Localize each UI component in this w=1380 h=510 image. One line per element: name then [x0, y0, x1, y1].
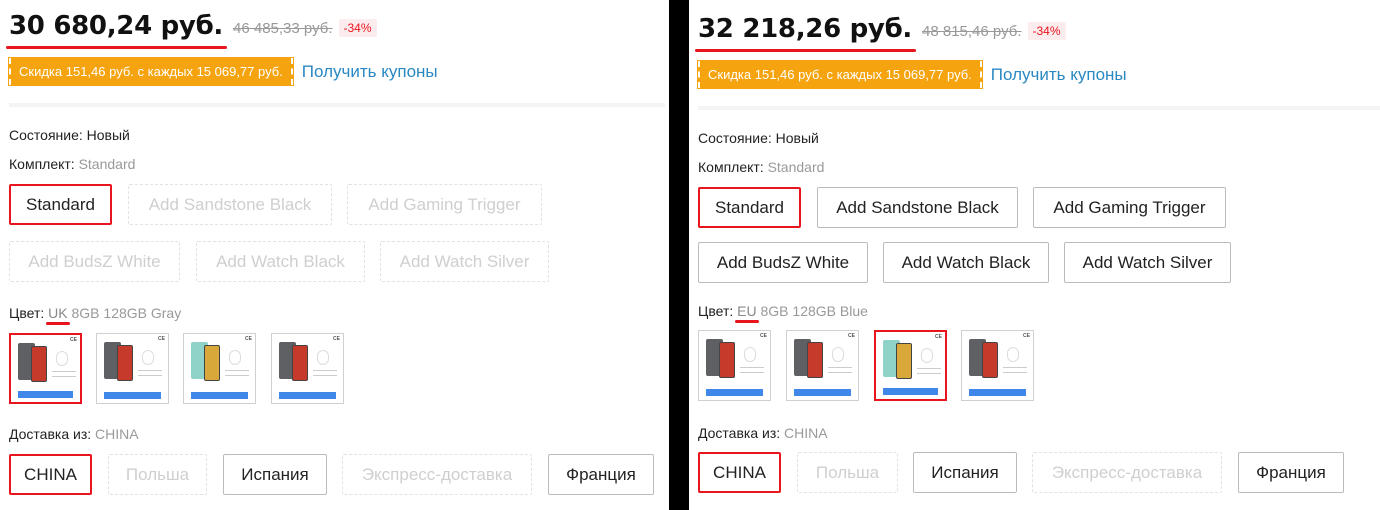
color-line: Цвет: UK 8GB 128GB Gray: [9, 305, 181, 321]
ship-option-poland[interactable]: Польша: [108, 454, 207, 495]
color-thumb-3[interactable]: CE: [183, 333, 256, 404]
condition-label: Состояние:: [698, 130, 772, 146]
ce-mark: CE: [245, 336, 252, 342]
color-value: 8GB 128GB Gray: [71, 305, 182, 321]
ship-option-china[interactable]: CHINA: [9, 454, 92, 495]
discount-badge: -34%: [1027, 22, 1066, 40]
bundle-option-standard[interactable]: Standard: [9, 184, 112, 225]
bundle-option-watch-silver[interactable]: Add Watch Silver: [380, 241, 549, 282]
shipping-value: CHINA: [784, 425, 828, 441]
color-region: UK: [48, 305, 68, 321]
phone-screen-image: [719, 342, 735, 378]
earbuds-image: [921, 348, 933, 363]
screenshot-divider: [669, 0, 689, 510]
bundle-option-budsz-white[interactable]: Add BudsZ White: [698, 242, 868, 283]
phone-screen-image: [982, 342, 998, 378]
color-thumb-2[interactable]: CE: [786, 330, 859, 401]
price-row: 32 218,26 руб. 48 815,46 руб. -34%: [694, 13, 1066, 52]
color-line: Цвет: EU 8GB 128GB Blue: [698, 303, 868, 319]
color-label: Цвет:: [698, 303, 734, 319]
get-coupons-link[interactable]: Получить купоны: [991, 65, 1127, 85]
earbuds-image: [1007, 347, 1019, 362]
color-thumb-4[interactable]: CE: [961, 330, 1034, 401]
ce-mark: CE: [158, 336, 165, 342]
coupon-row: Скидка 151,46 руб. с каждых 15 069,77 ру…: [697, 60, 1127, 89]
shipping-line: Доставка из: CHINA: [698, 425, 828, 441]
ce-mark: CE: [1023, 333, 1030, 339]
bundle-value: Standard: [767, 159, 825, 175]
color-thumb-1[interactable]: CE: [698, 330, 771, 401]
phone-screen-image: [807, 342, 823, 378]
bundle-value: Standard: [78, 156, 136, 172]
phone-screen-image: [31, 346, 47, 382]
bundle-option-watch-silver[interactable]: Add Watch Silver: [1064, 242, 1231, 283]
condition-value: Новый: [86, 127, 130, 143]
bundle-option-budsz-white[interactable]: Add BudsZ White: [9, 241, 180, 282]
product-panel-left: 30 680,24 руб. 46 485,33 руб. -34% Скидк…: [0, 0, 669, 510]
shipping-label: Доставка из:: [9, 426, 92, 442]
shipping-line: Доставка из: CHINA: [9, 426, 139, 442]
color-thumb-4[interactable]: CE: [271, 333, 344, 404]
bundle-option-gaming-trigger[interactable]: Add Gaming Trigger: [1033, 187, 1226, 228]
phone-screen-image: [117, 345, 133, 381]
discount-badge: -34%: [338, 19, 377, 37]
ce-mark: CE: [333, 336, 340, 342]
bundle-line: Комплект: Standard: [698, 159, 824, 175]
bundle-option-gaming-trigger[interactable]: Add Gaming Trigger: [347, 184, 542, 225]
ce-mark: CE: [935, 334, 942, 340]
old-price: 48 815,46 руб.: [922, 23, 1022, 40]
ce-mark: CE: [848, 333, 855, 339]
divider: [698, 106, 1380, 110]
color-thumb-2[interactable]: CE: [96, 333, 169, 404]
earbuds-image: [56, 351, 68, 366]
bundle-label: Комплект:: [698, 159, 764, 175]
color-thumb-1[interactable]: CE: [9, 333, 82, 404]
ship-option-spain[interactable]: Испания: [913, 452, 1017, 493]
bundle-line: Комплект: Standard: [9, 156, 135, 172]
earbuds-image: [229, 350, 241, 365]
earbuds-image: [317, 350, 329, 365]
ship-option-china[interactable]: CHINA: [698, 452, 781, 493]
product-panel-right: 32 218,26 руб. 48 815,46 руб. -34% Скидк…: [689, 0, 1380, 510]
coupon-ticket: Скидка 151,46 руб. с каждых 15 069,77 ру…: [697, 60, 983, 89]
current-price: 32 218,26 руб.: [694, 14, 917, 52]
phone-screen-image: [896, 343, 912, 379]
ship-option-express[interactable]: Экспресс-доставка: [1032, 452, 1222, 493]
condition-line: Состояние: Новый: [9, 127, 130, 143]
old-price: 46 485,33 руб.: [233, 20, 333, 37]
bundle-option-watch-black[interactable]: Add Watch Black: [196, 241, 365, 282]
bundle-option-watch-black[interactable]: Add Watch Black: [883, 242, 1049, 283]
bundle-option-sandstone-black[interactable]: Add Sandstone Black: [817, 187, 1018, 228]
shipping-value: CHINA: [95, 426, 139, 442]
bundle-option-standard[interactable]: Standard: [698, 187, 801, 228]
earbuds-image: [832, 347, 844, 362]
bundle-label: Комплект:: [9, 156, 75, 172]
shipping-label: Доставка из:: [698, 425, 781, 441]
earbuds-image: [744, 347, 756, 362]
condition-line: Состояние: Новый: [698, 130, 819, 146]
color-thumb-3[interactable]: CE: [874, 330, 947, 401]
divider: [9, 103, 665, 107]
get-coupons-link[interactable]: Получить купоны: [302, 62, 438, 82]
coupon-ticket: Скидка 151,46 руб. с каждых 15 069,77 ру…: [8, 57, 294, 86]
ship-option-france[interactable]: Франция: [548, 454, 654, 495]
earbuds-image: [142, 350, 154, 365]
condition-label: Состояние:: [9, 127, 83, 143]
bundle-option-sandstone-black[interactable]: Add Sandstone Black: [128, 184, 332, 225]
phone-screen-image: [204, 345, 220, 381]
ship-option-france[interactable]: Франция: [1238, 452, 1344, 493]
ce-mark: CE: [760, 333, 767, 339]
ce-mark: CE: [70, 337, 77, 343]
color-value: 8GB 128GB Blue: [760, 303, 868, 319]
current-price: 30 680,24 руб.: [5, 11, 228, 49]
condition-value: Новый: [775, 130, 819, 146]
color-region: EU: [737, 303, 757, 319]
ship-option-poland[interactable]: Польша: [797, 452, 898, 493]
phone-screen-image: [292, 345, 308, 381]
price-row: 30 680,24 руб. 46 485,33 руб. -34%: [5, 10, 377, 49]
color-label: Цвет:: [9, 305, 45, 321]
ship-option-spain[interactable]: Испания: [223, 454, 327, 495]
coupon-row: Скидка 151,46 руб. с каждых 15 069,77 ру…: [8, 57, 438, 86]
ship-option-express[interactable]: Экспресс-доставка: [342, 454, 532, 495]
